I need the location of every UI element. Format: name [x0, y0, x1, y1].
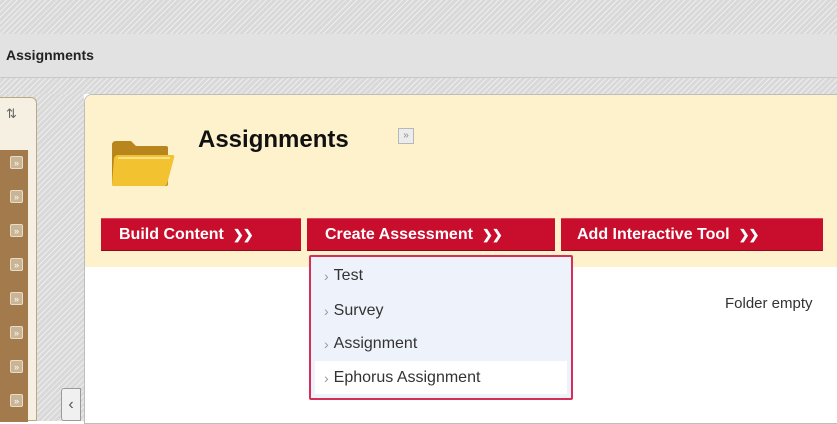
menu-item-ephorus-assignment[interactable]: › Ephorus Assignment: [315, 361, 567, 394]
chevron-left-icon[interactable]: ‹: [61, 388, 81, 421]
page-title: Assignments: [198, 126, 349, 153]
double-chevron-down-icon: ❯❯: [738, 226, 760, 242]
create-assessment-menu: › Test › Survey › Assignment › Ephorus A…: [309, 255, 573, 400]
menu-item-label: Ephorus Assignment: [333, 368, 481, 386]
menu-item-chevron-icon[interactable]: »: [10, 224, 23, 237]
chevron-right-icon: ›: [324, 369, 329, 386]
title-options-chevron-icon[interactable]: »: [398, 128, 414, 144]
course-menu: ⇅ » » » » » » » »: [0, 97, 37, 422]
menu-item-chevron-icon[interactable]: »: [10, 292, 23, 305]
double-chevron-down-icon: ❯❯: [232, 226, 254, 242]
double-chevron-down-icon: ❯❯: [481, 226, 503, 242]
menu-item-chevron-icon[interactable]: »: [10, 394, 23, 407]
build-content-button[interactable]: Build Content ❯❯: [101, 218, 301, 251]
breadcrumb: Assignments: [0, 34, 837, 78]
menu-item-chevron-icon[interactable]: »: [10, 360, 23, 373]
top-decor-band: [0, 0, 837, 34]
build-content-label: Build Content: [119, 225, 224, 243]
menu-item-assignment[interactable]: › Assignment: [315, 327, 567, 360]
course-menu-items: » » » » » » » »: [0, 150, 28, 422]
chevron-right-icon: ›: [324, 335, 329, 352]
content-area: Assignments » Build Content ❯❯ Create As…: [84, 94, 837, 424]
decor-band: [0, 78, 837, 94]
menu-item-chevron-icon[interactable]: »: [10, 156, 23, 169]
menu-item-label: Test: [333, 266, 364, 284]
menu-item-survey[interactable]: › Survey: [315, 294, 567, 327]
folder-empty-message: Folder empty: [725, 295, 813, 312]
add-interactive-tool-label: Add Interactive Tool: [577, 225, 730, 243]
chevron-right-icon: ›: [324, 302, 329, 319]
add-interactive-tool-button[interactable]: Add Interactive Tool ❯❯: [561, 218, 823, 251]
menu-item-chevron-icon[interactable]: »: [10, 326, 23, 339]
menu-item-label: Assignment: [333, 334, 418, 352]
create-assessment-label: Create Assessment: [325, 225, 473, 243]
chevron-right-icon: ›: [324, 267, 329, 284]
menu-item-chevron-icon[interactable]: »: [10, 258, 23, 271]
create-assessment-button[interactable]: Create Assessment ❯❯: [307, 218, 555, 251]
reorder-arrows-icon[interactable]: ⇅: [6, 106, 17, 122]
menu-item-chevron-icon[interactable]: »: [10, 190, 23, 203]
breadcrumb-current[interactable]: Assignments: [6, 47, 94, 63]
folder-icon: [112, 141, 175, 186]
menu-item-test[interactable]: › Test: [315, 259, 567, 292]
menu-item-label: Survey: [333, 301, 384, 319]
page-header: Assignments » Build Content ❯❯ Create As…: [85, 95, 837, 267]
